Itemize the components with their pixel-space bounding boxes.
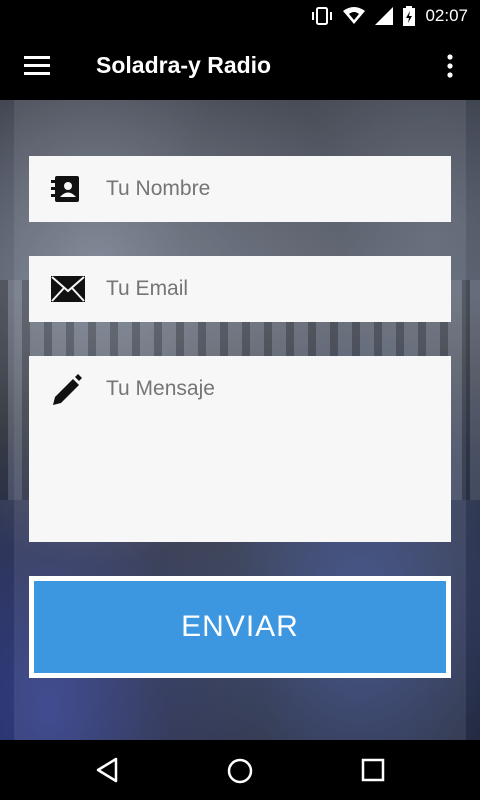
message-field[interactable]: Tu Mensaje [29,356,451,542]
app-title: Soladra-y Radio [96,52,272,78]
send-button[interactable]: ENVIAR [29,576,451,678]
name-field[interactable]: Tu Nombre [29,156,451,222]
contact-card-icon [51,176,83,207]
envelope-icon [51,276,85,307]
status-bar: 02:07 [0,0,480,32]
wifi-icon [343,7,366,25]
send-button-label: ENVIAR [34,581,446,673]
battery-charging-icon [403,6,416,26]
vibrate-icon [311,7,333,25]
app-toolbar: Soladra-y Radio [0,32,480,100]
back-icon[interactable] [94,757,120,788]
recents-icon[interactable] [360,757,386,788]
hamburger-icon[interactable] [24,55,52,77]
message-placeholder: Tu Mensaje [106,377,215,400]
pencil-icon [51,373,83,410]
email-placeholder: Tu Email [106,277,189,300]
signal-icon [375,7,394,25]
status-time: 02:07 [425,6,468,25]
email-field[interactable]: Tu Email [29,256,451,322]
more-vert-icon[interactable] [440,52,460,80]
navigation-bar [0,740,480,800]
name-placeholder: Tu Nombre [106,177,211,200]
home-icon[interactable] [226,757,254,790]
